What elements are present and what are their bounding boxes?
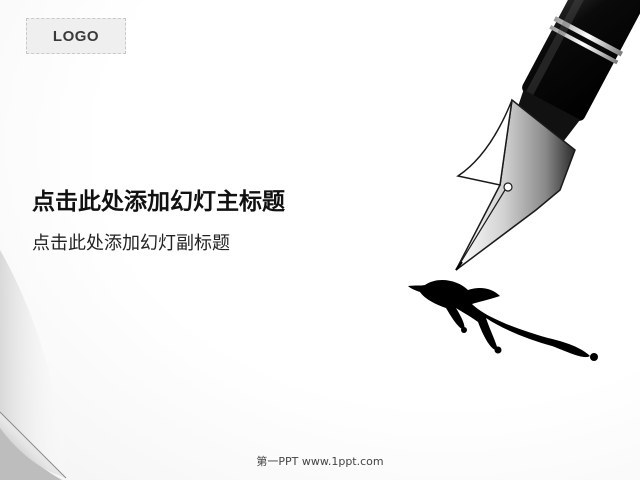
- logo-text: LOGO: [52, 27, 100, 45]
- footer-text: 第一PPT www.1ppt.com: [256, 455, 384, 468]
- logo-placeholder[interactable]: LOGO: [26, 18, 126, 54]
- slide-subtitle[interactable]: 点击此处添加幻灯副标题: [32, 229, 230, 255]
- slide-main-title[interactable]: 点击此处添加幻灯主标题: [32, 182, 285, 216]
- slide-canvas: LOGO 点击此处添加幻灯主标题 点击此处添加幻灯副标题 第一PPT www.1…: [0, 0, 640, 480]
- ink-splash-icon: [408, 279, 598, 361]
